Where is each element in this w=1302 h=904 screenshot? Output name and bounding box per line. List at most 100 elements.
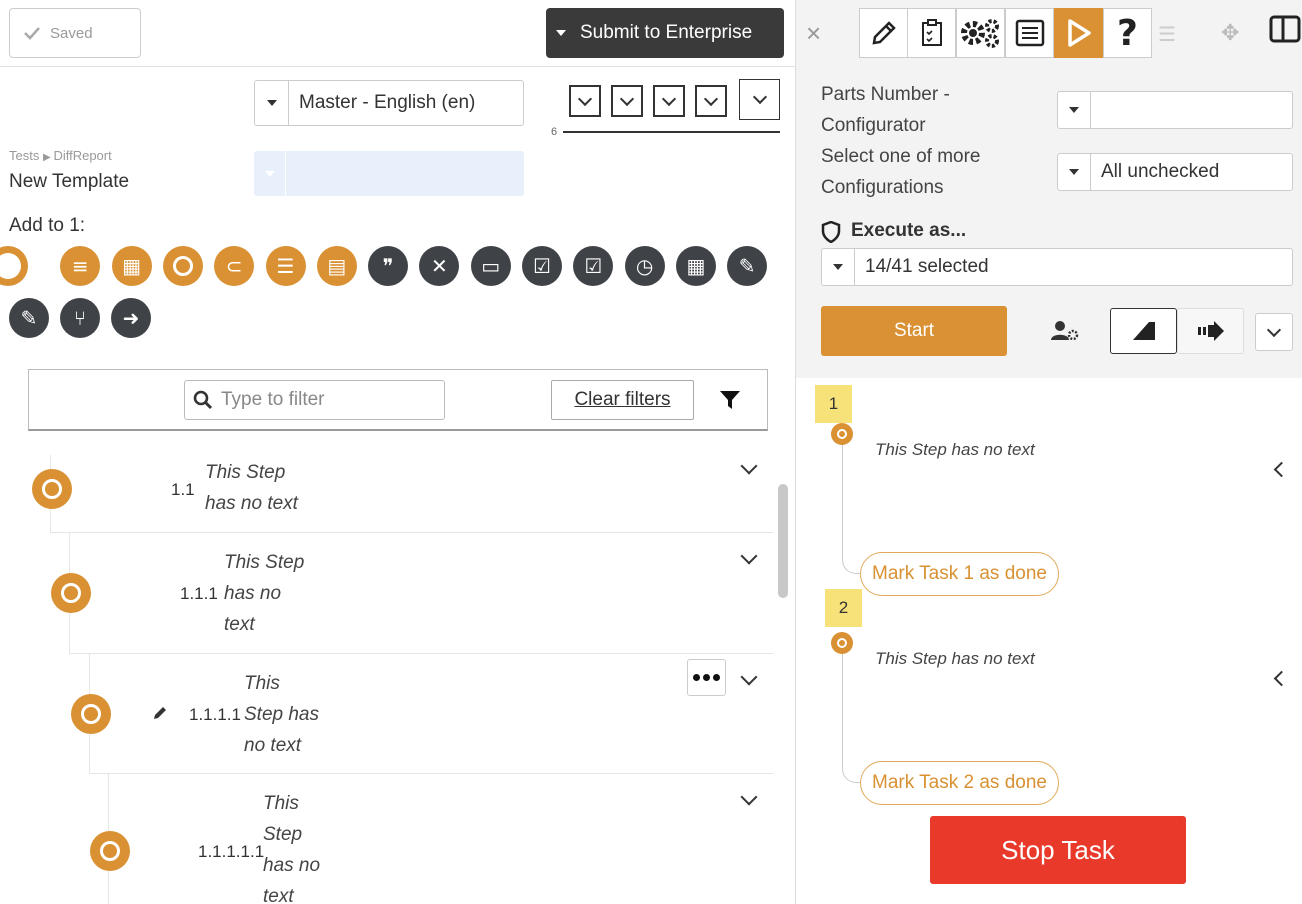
check-icon — [24, 27, 40, 40]
parts-number-select[interactable] — [1057, 91, 1293, 129]
arrow-right-icon — [1197, 321, 1224, 341]
caret-down-icon — [822, 249, 855, 285]
numbered-list-icon[interactable]: ≡ — [60, 246, 101, 286]
clipboard-icon — [921, 19, 942, 46]
template-select[interactable] — [254, 151, 524, 196]
checkbox-icon[interactable]: ☑ — [573, 246, 614, 286]
language-select[interactable]: Master - English (en) — [254, 80, 524, 126]
execute-as-select[interactable]: 14/41 selected — [821, 248, 1293, 286]
checklist-icon[interactable]: ☰ — [265, 246, 306, 286]
help-icon: ? — [1117, 12, 1138, 54]
checklist-tool-button[interactable] — [1005, 8, 1054, 58]
configurations-select[interactable]: All unchecked — [1057, 153, 1293, 191]
saved-button[interactable]: Saved — [9, 8, 141, 58]
version-toggle-3[interactable] — [653, 85, 685, 117]
next-mode-button[interactable] — [1177, 308, 1244, 354]
check-x-icon[interactable]: ✕ — [419, 246, 460, 286]
task-connector — [842, 445, 843, 555]
step-row-1-1-1[interactable]: 1.1.1 This Step has no text — [51, 533, 773, 654]
step-circle-icon[interactable] — [32, 469, 72, 509]
calculator-icon[interactable]: ▦ — [675, 246, 716, 286]
chevron-down-icon[interactable] — [740, 668, 758, 686]
execute-as-label: Execute as... — [851, 220, 967, 241]
submit-to-enterprise-button[interactable]: Submit to Enterprise — [546, 8, 784, 58]
chevron-down-icon[interactable] — [740, 788, 758, 806]
step-row-1-1-1-1[interactable]: 1.1.1.1 This Step has no text — [71, 654, 773, 774]
table-icon[interactable]: ▦ — [111, 246, 152, 286]
help-tool-button[interactable]: ? — [1103, 8, 1152, 58]
pencil-icon[interactable] — [152, 705, 168, 721]
caret-down-icon — [255, 81, 289, 125]
version-expand-button[interactable] — [739, 79, 780, 120]
film-icon[interactable]: ▤ — [316, 246, 357, 286]
move-icon[interactable]: ✥ — [1221, 20, 1239, 46]
search-icon — [193, 390, 213, 410]
steps-scrollbar[interactable] — [778, 484, 788, 598]
step-number: 1.1.1.1.1 — [198, 842, 265, 861]
version-toggle-1[interactable] — [569, 85, 601, 117]
edit-note-icon[interactable]: ✎ — [9, 298, 49, 338]
task-step-text: This Step has no text — [875, 440, 1035, 459]
loop-icon[interactable] — [0, 246, 28, 286]
clear-filters-button[interactable]: Clear filters — [551, 380, 694, 420]
step-text: This Step has no text — [205, 462, 298, 514]
run-tool-button[interactable] — [1054, 8, 1103, 58]
mark-task-2-button[interactable]: Mark Task 2 as done — [860, 761, 1059, 805]
task-badge: 2 — [825, 589, 862, 627]
pencil-icon — [871, 21, 896, 45]
chevron-left-icon[interactable] — [1273, 670, 1290, 687]
split-view-icon[interactable] — [1269, 14, 1302, 46]
check-list-icon[interactable]: ☑ — [522, 246, 562, 286]
arrow-right-icon[interactable]: ➜ — [111, 298, 151, 338]
task-dot-icon — [831, 423, 853, 445]
chevron-down-icon — [661, 91, 677, 106]
breadcrumb-root[interactable]: Tests — [9, 148, 39, 163]
start-button[interactable]: Start — [821, 306, 1007, 356]
circle-step-icon[interactable] — [162, 246, 203, 286]
saved-label: Saved — [50, 24, 93, 42]
shield-icon — [821, 221, 841, 243]
clipboard-tool-button[interactable] — [907, 8, 956, 58]
edit-tool-button[interactable] — [859, 8, 908, 58]
more-start-options-button[interactable] — [1255, 313, 1293, 351]
mode-toggle-button[interactable] — [1110, 308, 1177, 354]
mark-task-1-button[interactable]: Mark Task 1 as done — [860, 552, 1059, 596]
breadcrumb: Tests ▶ DiffReport — [9, 148, 112, 163]
more-options-button[interactable] — [687, 659, 726, 696]
submit-label: Submit to Enterprise — [580, 22, 753, 43]
tools-icon[interactable]: ✎ — [727, 246, 768, 286]
configurations-label: Select one of more Configurations — [821, 146, 981, 198]
chevron-down-icon[interactable] — [740, 547, 758, 565]
chevron-down-icon[interactable] — [740, 457, 758, 475]
step-circle-icon[interactable] — [71, 694, 111, 734]
step-circle-icon[interactable] — [90, 831, 130, 871]
close-icon[interactable]: × — [806, 18, 821, 49]
filter-input[interactable]: Type to filter — [184, 380, 445, 420]
list-icon: ☰ — [1158, 24, 1176, 46]
execute-as-value: 14/41 selected — [865, 256, 989, 277]
step-row-1-1[interactable]: 1.1 This Step has no text — [32, 455, 773, 533]
version-toggle-2[interactable] — [611, 85, 643, 117]
parts-number-label: Parts Number - Configurator — [821, 84, 950, 136]
version-slider-track[interactable] — [563, 131, 780, 133]
input-field-icon[interactable]: ▭ — [470, 246, 511, 286]
stop-task-button[interactable]: Stop Task — [930, 816, 1186, 884]
user-settings-icon[interactable] — [1051, 320, 1079, 342]
settings-tool-button[interactable] — [956, 8, 1005, 58]
attachment-icon[interactable]: ⊂ — [214, 246, 255, 286]
app-root: Saved Submit to Enterprise Master - Engl… — [0, 0, 1302, 904]
step-row-1-1-1-1-1[interactable]: 1.1.1.1.1 This Step has no text — [90, 774, 773, 904]
breadcrumb-separator-icon: ▶ — [42, 152, 54, 163]
step-number: 1.1 — [171, 480, 195, 499]
step-circle-icon[interactable] — [51, 573, 91, 613]
version-toggle-4[interactable] — [695, 85, 727, 117]
funnel-icon[interactable] — [719, 390, 741, 410]
language-value: Master - English (en) — [299, 92, 476, 113]
quote-icon[interactable]: ❞ — [368, 246, 409, 286]
filter-placeholder: Type to filter — [221, 389, 325, 410]
branch-icon[interactable]: ⑂ — [60, 298, 100, 338]
clock-icon[interactable]: ◷ — [624, 246, 665, 286]
chevron-down-icon — [577, 91, 593, 106]
chevron-left-icon[interactable] — [1273, 461, 1290, 478]
breadcrumb-child[interactable]: DiffReport — [53, 148, 111, 163]
